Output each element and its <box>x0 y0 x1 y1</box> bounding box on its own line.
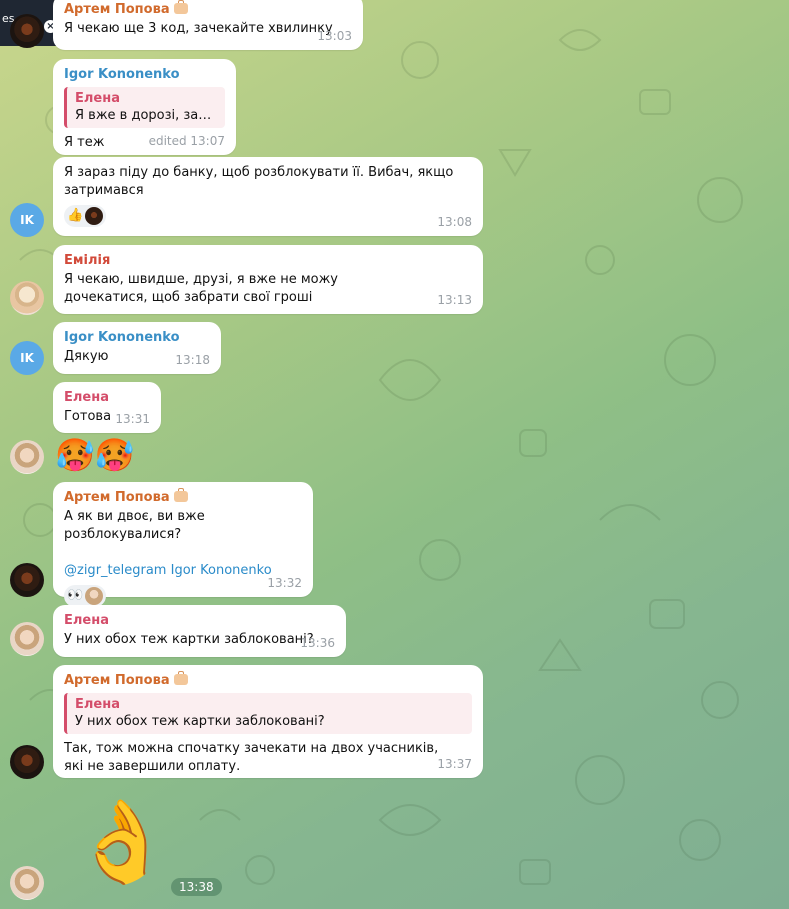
avatar-artem[interactable] <box>10 14 44 48</box>
sender-name[interactable]: Igor Kononenko <box>64 329 210 347</box>
message-bubble[interactable]: Емілія Я чекаю, швидше, друзі, я вже не … <box>53 245 483 314</box>
message-time: 13:08 <box>437 215 472 229</box>
mention-line: @zigr_telegram Igor Kononenko <box>64 562 302 580</box>
sender-name[interactable]: Артем Попова <box>64 488 302 507</box>
message-time: 13:18 <box>175 353 210 367</box>
sender-name-text: Артем Попова <box>64 673 170 688</box>
sender-name-text: Артем Попова <box>64 2 170 17</box>
quote-author: Елена <box>75 697 120 712</box>
message-bubble[interactable]: Елена Готова 13:31 <box>53 382 161 433</box>
message-text: Я зараз піду до банку, щоб розблокувати … <box>64 165 454 198</box>
avatar-ik[interactable]: IK <box>10 203 44 237</box>
reactor-avatar <box>85 207 104 225</box>
message-bubble[interactable]: Артем Попова Елена У них обох теж картки… <box>53 665 483 778</box>
avatar-ik[interactable]: IK <box>10 341 44 375</box>
message-time: 13:03 <box>317 29 352 43</box>
sender-name[interactable]: Igor Kononenko <box>64 66 225 84</box>
quote-text: У них обох теж картки заблоковані? <box>75 714 325 729</box>
message-time: 13:36 <box>300 636 335 650</box>
message-bubble[interactable]: Елена У них обох теж картки заблоковані?… <box>53 605 346 657</box>
message-bubble[interactable]: Igor Kononenko Елена Я вже в дорозі, зач… <box>53 59 236 155</box>
sender-name-text: Артем Попова <box>64 490 170 505</box>
message-bubble[interactable]: Артем Попова А як ви двоє, ви вже розбло… <box>53 482 313 607</box>
briefcase-icon <box>173 671 188 685</box>
message-time: edited 13:07 <box>148 134 225 148</box>
reply-quote[interactable]: Елена У них обох теж картки заблоковані? <box>64 693 472 734</box>
avatar-artem[interactable] <box>10 563 44 597</box>
avatar-olena[interactable] <box>10 440 44 474</box>
message-time: 13:31 <box>115 412 150 426</box>
ok-hand-sticker[interactable]: 👌 <box>72 792 172 892</box>
mention-link[interactable]: Igor Kononenko <box>171 563 272 578</box>
sender-name[interactable]: Артем Попова <box>64 0 352 19</box>
briefcase-icon <box>173 488 188 502</box>
reactor-avatar <box>85 587 104 605</box>
briefcase-icon <box>173 0 188 14</box>
reply-quote[interactable]: Елена Я вже в дорозі, зачек... <box>64 87 225 128</box>
sender-name[interactable]: Емілія <box>64 252 472 270</box>
message-bubble[interactable]: Igor Kononenko Дякую 13:18 <box>53 322 221 374</box>
message-time: 13:13 <box>437 293 472 307</box>
quote-text: Я вже в дорозі, зачек... <box>75 108 217 123</box>
avatar-olena[interactable] <box>10 622 44 656</box>
avatar-artem[interactable] <box>10 745 44 779</box>
sticker-time: 13:38 <box>171 878 222 896</box>
reaction-pill[interactable]: 👀 <box>64 585 107 607</box>
sender-name[interactable]: Елена <box>64 612 335 630</box>
reactions[interactable]: 👍 <box>64 205 472 227</box>
message-time: 13:37 <box>437 757 472 771</box>
quote-author: Елена <box>75 91 120 106</box>
sender-name[interactable]: Елена <box>64 389 150 407</box>
reactions[interactable]: 👀 <box>64 585 302 607</box>
sender-name[interactable]: Артем Попова <box>64 671 472 690</box>
message-bubble[interactable]: Я зараз піду до банку, щоб розблокувати … <box>53 157 483 236</box>
hot-face-emoji-message[interactable]: 🥵🥵 <box>55 437 135 473</box>
eyes-icon: 👀 <box>67 588 84 603</box>
message-text: А як ви двоє, ви вже розблокувалися? <box>64 509 205 542</box>
mention-link[interactable]: @zigr_telegram <box>64 563 166 578</box>
avatar-olena[interactable] <box>10 866 44 900</box>
message-bubble[interactable]: Артем Попова Я чекаю ще 3 код, зачекайте… <box>53 0 363 50</box>
reaction-pill[interactable]: 👍 <box>64 205 107 227</box>
thumbs-up-icon: 👍 <box>67 208 84 223</box>
message-text: У них обох теж картки заблоковані? <box>64 632 314 647</box>
message-text: Так, тож можна спочатку зачекати на двох… <box>64 741 439 774</box>
message-text: Я чекаю, швидше, друзі, я вже не можу до… <box>64 272 338 305</box>
message-text: Я чекаю ще 3 код, зачекайте хвилинку <box>64 21 333 36</box>
message-time: 13:32 <box>267 576 302 590</box>
avatar-emilia[interactable] <box>10 281 44 315</box>
